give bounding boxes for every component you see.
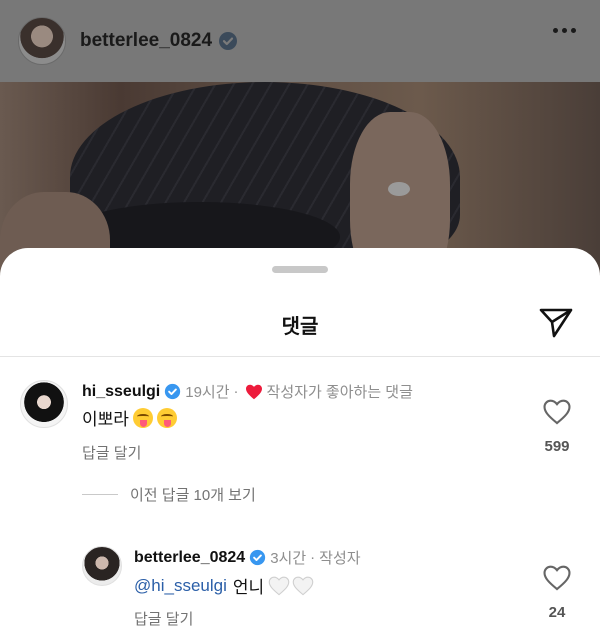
comments-sheet: 댓글 hi_sseulgi 19시간 · 작성자가 좋아하는 댓글 이뽀라 답글… xyxy=(0,248,600,644)
reply-avatar[interactable] xyxy=(82,546,122,586)
author-liked-heart-icon xyxy=(245,384,262,399)
author-badge: 작성자 xyxy=(319,550,361,567)
reply-username[interactable]: betterlee_0824 xyxy=(134,549,245,567)
tongue-face-emoji-icon xyxy=(156,407,177,428)
like-count: 24 xyxy=(548,604,566,621)
more-dots-icon[interactable] xyxy=(553,28,576,33)
post-header: betterlee_0824 xyxy=(0,0,600,82)
comment-avatar[interactable] xyxy=(20,380,68,428)
reply-text: 언니 xyxy=(232,578,265,597)
reply-button[interactable]: 답글 달기 xyxy=(134,608,193,629)
comment-text-row: 이뽀라 xyxy=(82,405,177,430)
white-heart-icon xyxy=(292,576,314,595)
reply-separator: · xyxy=(310,549,316,566)
reply-mention[interactable]: @hi_sseulgi xyxy=(134,576,227,596)
reply-text-row: @hi_sseulgi 언니 xyxy=(134,573,314,598)
reply-time: 3시간 xyxy=(270,550,307,567)
verified-badge-icon xyxy=(219,32,238,50)
photo-ring xyxy=(388,182,410,196)
sheet-title: 댓글 xyxy=(281,316,319,338)
heart-outline-icon[interactable] xyxy=(543,399,571,425)
comment-meta: hi_sseulgi 19시간 · 작성자가 좋아하는 댓글 xyxy=(82,381,413,402)
paper-plane-icon[interactable] xyxy=(536,302,576,342)
view-replies-line xyxy=(82,494,118,495)
comment-text: 이뽀라 xyxy=(82,410,129,429)
verified-badge-icon xyxy=(250,549,266,566)
heart-outline-icon[interactable] xyxy=(543,565,571,591)
post-author-username[interactable]: betterlee_0824 xyxy=(80,30,212,52)
view-replies-label: 이전 답글 10개 보기 xyxy=(130,487,256,504)
comment-time: 19시간 xyxy=(185,384,230,401)
comment-username[interactable]: hi_sseulgi xyxy=(82,383,160,401)
tongue-face-emoji-icon xyxy=(132,407,153,428)
reply-button[interactable]: 답글 달기 xyxy=(82,442,141,463)
comment-separator: · xyxy=(233,383,239,400)
post-author-avatar[interactable] xyxy=(18,17,66,65)
sheet-divider xyxy=(0,356,600,357)
sheet-drag-handle[interactable] xyxy=(272,266,328,273)
view-replies-button[interactable]: 이전 답글 10개 보기 xyxy=(82,484,256,505)
white-heart-icon xyxy=(268,576,290,595)
like-count: 599 xyxy=(544,438,570,455)
reply-meta: betterlee_0824 3시간 · 작성자 xyxy=(134,547,361,568)
author-liked-label: 작성자가 좋아하는 댓글 xyxy=(266,384,413,401)
verified-badge-icon xyxy=(165,383,181,400)
